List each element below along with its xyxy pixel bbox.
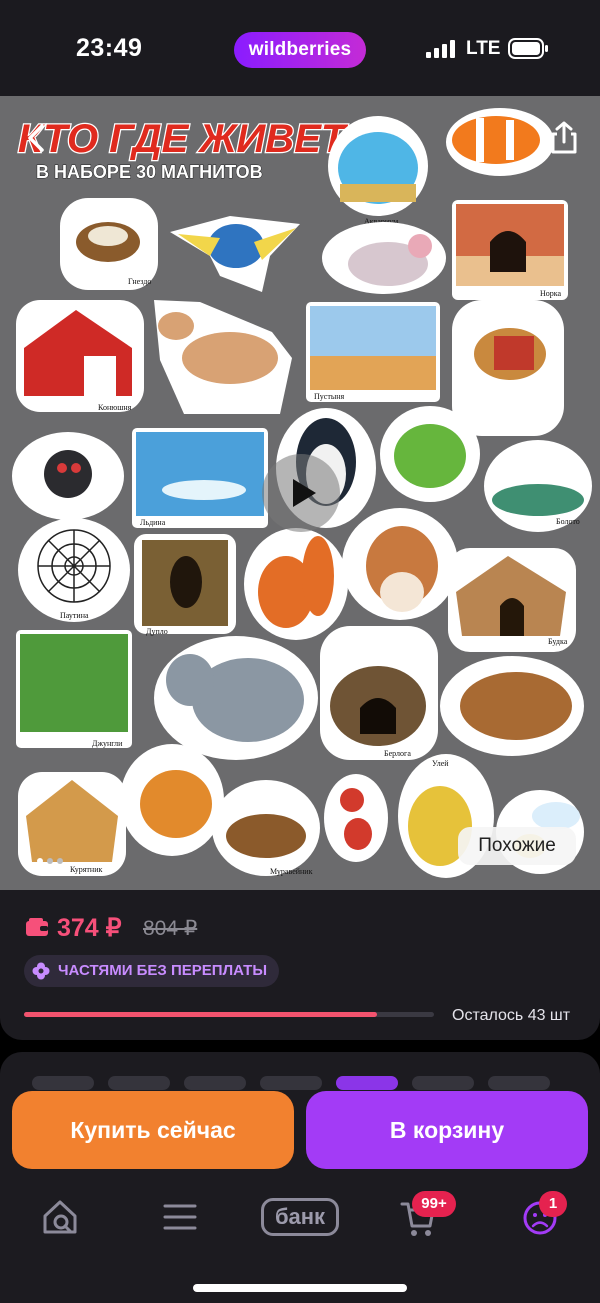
chip[interactable]	[412, 1076, 474, 1090]
network-label: LTE	[466, 38, 501, 59]
label-web: Паутина	[60, 611, 89, 620]
back-icon[interactable]	[18, 118, 58, 158]
hen-magnet	[120, 744, 224, 856]
camel-magnet	[452, 300, 564, 436]
installments-label: ЧАСТЯМИ БЕЗ ПЕРЕПЛАТЫ	[58, 962, 268, 979]
installments-badge[interactable]: ЧАСТЯМИ БЕЗ ПЕРЕПЛАТЫ	[24, 955, 280, 987]
burrow-magnet: Норка	[452, 200, 568, 300]
label-burrow: Норка	[540, 289, 562, 298]
jungle-magnet: Джунгли	[16, 630, 132, 748]
similar-button[interactable]: Похожие	[458, 827, 576, 865]
label-swamp: Болото	[556, 517, 580, 526]
poster-title: КТО ГДЕ ЖИВЕТ?	[18, 117, 370, 161]
tree-hollow-magnet: Дупло	[134, 534, 236, 636]
home-search-icon[interactable]	[42, 1196, 78, 1240]
label-henhouse: Курятник	[70, 865, 102, 874]
gallery-dots	[37, 858, 63, 864]
poster-subtitle: В НАБОРЕ 30 МАГНИТОВ	[36, 162, 263, 182]
play-icon	[293, 479, 316, 507]
clownfish-magnet	[446, 108, 554, 176]
signal-icon	[426, 40, 455, 58]
label-ice-floe: Льдина	[140, 518, 166, 527]
stock-remaining: Осталось 43 шт	[452, 1007, 571, 1024]
play-video-button[interactable]	[262, 454, 340, 532]
bear-magnet	[440, 656, 584, 756]
label-stable: Конюшня	[98, 403, 132, 412]
squirrel-magnet	[244, 528, 348, 640]
flower-icon	[32, 962, 50, 980]
spider-magnet	[12, 432, 124, 520]
label-jungle: Джунгли	[92, 739, 123, 748]
app-name-pill: wildberries	[234, 32, 366, 68]
bank-tab[interactable]: банк	[261, 1198, 339, 1236]
label-desert: Пустыня	[314, 392, 344, 401]
label-den: Берлога	[384, 749, 411, 758]
barn-magnet: Конюшня	[16, 300, 144, 412]
label-anthill: Муравейник	[270, 867, 313, 876]
chip[interactable]	[184, 1076, 246, 1090]
stock-progress-fill	[24, 1012, 377, 1017]
old-price: 804 ₽	[143, 917, 198, 940]
label-nest: Гнездо	[128, 277, 151, 286]
home-indicator	[193, 1284, 407, 1292]
dog-magnet	[342, 508, 458, 620]
add-to-cart-button[interactable]: В корзину	[306, 1091, 588, 1169]
menu-icon[interactable]	[162, 1196, 198, 1240]
profile-notification-badge: 1	[539, 1191, 567, 1217]
label-beehive: Улей	[432, 759, 449, 768]
cart-count-badge: 99+	[412, 1191, 456, 1217]
status-bar: 23:49 wildberries LTE	[0, 0, 600, 96]
nest-magnet: Гнездо	[60, 198, 158, 290]
product-image-gallery[interactable]: КТО ГДЕ ЖИВЕТ? В НАБОРЕ 30 МАГНИТОВ Аква…	[0, 96, 600, 890]
status-time: 23:49	[76, 34, 143, 62]
anthill-magnet: Муравейник	[212, 780, 320, 876]
chip[interactable]	[108, 1076, 170, 1090]
chip[interactable]	[32, 1076, 94, 1090]
ant-magnet	[324, 774, 388, 862]
frog-magnet	[380, 406, 480, 502]
chip[interactable]	[488, 1076, 550, 1090]
label-hollow: Дупло	[146, 627, 168, 636]
mouse-magnet	[322, 222, 446, 294]
elephant-magnet	[154, 636, 318, 760]
label-doghouse: Будка	[548, 637, 568, 646]
desert-magnet: Пустыня	[306, 302, 440, 402]
spiderweb-magnet: Паутина	[18, 518, 130, 622]
stock-progress-bar	[24, 1012, 434, 1017]
price-card: 374 ₽ 804 ₽ ЧАСТЯМИ БЕЗ ПЕРЕПЛАТЫ Остало…	[0, 890, 600, 1040]
share-icon[interactable]	[544, 118, 584, 158]
wallet-icon	[26, 918, 48, 936]
ice-floe-magnet: Льдина	[132, 428, 268, 528]
chip-selected[interactable]	[336, 1076, 398, 1090]
swamp-magnet: Болото	[484, 440, 592, 532]
den-magnet: Берлога	[320, 626, 438, 760]
buy-now-button[interactable]: Купить сейчас	[12, 1091, 294, 1169]
size-chips-row	[24, 1076, 600, 1090]
current-price: 374 ₽	[57, 914, 122, 942]
bottom-sheet: Купить сейчас В корзину	[0, 1052, 600, 1303]
chip[interactable]	[260, 1076, 322, 1090]
battery-icon	[508, 38, 548, 59]
doghouse-magnet: Будка	[448, 548, 576, 652]
